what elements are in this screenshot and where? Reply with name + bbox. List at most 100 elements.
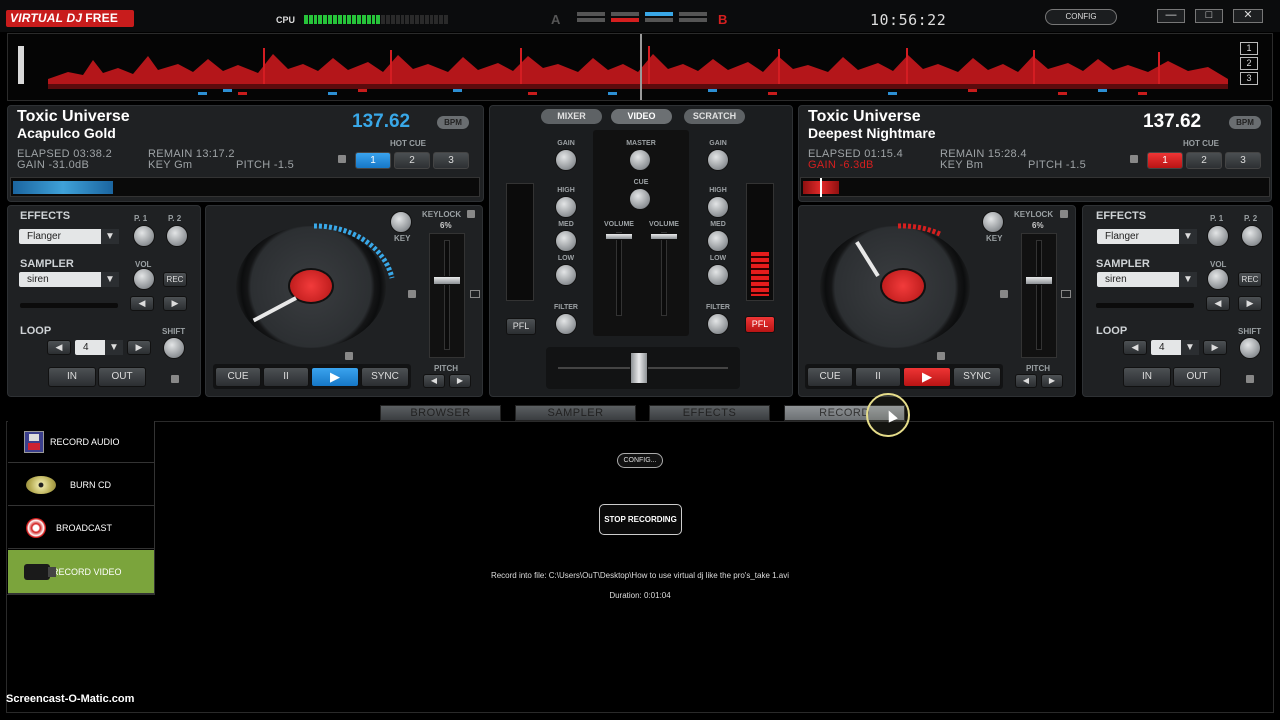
lock-icon xyxy=(937,352,945,360)
right-pfl-button[interactable]: PFL xyxy=(745,316,775,333)
video-tab[interactable]: VIDEO xyxy=(611,109,672,124)
deck-b-pitch-slider[interactable] xyxy=(1021,233,1057,358)
waveform-zoom-1[interactable]: 1 xyxy=(1240,42,1258,55)
sidebar-item-record-audio[interactable]: RECORD AUDIO xyxy=(8,421,154,463)
waveform-overview[interactable] xyxy=(7,33,1273,101)
deck-a-effect-select[interactable]: Flanger xyxy=(19,229,119,244)
left-med-knob[interactable] xyxy=(555,230,577,252)
deck-a-effect-p2-knob[interactable] xyxy=(166,225,188,247)
left-gain-knob[interactable] xyxy=(555,149,577,171)
left-low-knob[interactable] xyxy=(555,264,577,286)
crossfader-indicator-bar xyxy=(577,18,605,22)
deck-b-sampler-select[interactable]: siren xyxy=(1097,272,1197,287)
left-high-knob[interactable] xyxy=(555,196,577,218)
deck-a-pitch-label: PITCH xyxy=(434,364,458,373)
cd-icon xyxy=(26,475,56,494)
deck-a-sampler-next-button[interactable]: ▶ xyxy=(163,296,187,311)
right-med-knob[interactable] xyxy=(707,230,729,252)
deck-b-loop-out-button[interactable]: OUT xyxy=(1173,367,1221,387)
deck-a-sync-button[interactable]: SYNC xyxy=(361,367,409,387)
cue-mix-knob[interactable] xyxy=(629,188,651,210)
deck-a-hot-cue-1[interactable]: 1 xyxy=(355,152,391,169)
left-filter-knob[interactable] xyxy=(555,313,577,335)
cpu-label: CPU xyxy=(276,15,296,25)
deck-a-pitch-down-button[interactable]: ◀ xyxy=(423,374,445,388)
minimize-button[interactable]: — xyxy=(1157,9,1185,23)
waveform-zoom-3[interactable]: 3 xyxy=(1240,72,1258,85)
deck-a-loop-prev-button[interactable]: ◀ xyxy=(47,340,71,355)
deck-a-hot-cue-3[interactable]: 3 xyxy=(433,152,469,169)
deck-b-track-waveform[interactable] xyxy=(800,177,1270,197)
right-gain-knob[interactable] xyxy=(707,149,729,171)
crossfader-indicator-bar xyxy=(679,18,707,22)
deck-a-key-knob[interactable] xyxy=(390,211,412,233)
deck-a-loop-out-button[interactable]: OUT xyxy=(98,367,146,387)
deck-a-effect-p1-knob[interactable] xyxy=(133,225,155,247)
right-filter-knob[interactable] xyxy=(707,313,729,335)
lock-icon xyxy=(408,290,416,298)
deck-a-sampler-rec-button[interactable]: REC xyxy=(163,272,187,287)
deck-b-loop-in-button[interactable]: IN xyxy=(1123,367,1171,387)
left-volume-fader[interactable] xyxy=(604,232,634,316)
deck-b-pause-button[interactable]: II xyxy=(855,367,901,387)
deck-a-cue-button[interactable]: CUE xyxy=(215,367,261,387)
deck-a-pitch-up-button[interactable]: ▶ xyxy=(449,374,471,388)
deck-b-loop-select[interactable]: 4 xyxy=(1151,340,1199,355)
tab-sampler[interactable]: SAMPLER xyxy=(515,405,636,421)
deck-a-pitch-slider[interactable] xyxy=(429,233,465,358)
deck-a-shift-knob[interactable] xyxy=(163,337,185,359)
deck-b-loop-prev-button[interactable]: ◀ xyxy=(1123,340,1147,355)
deck-a-play-button[interactable]: ▶ xyxy=(311,367,359,387)
right-vu-meter xyxy=(746,183,774,301)
deck-a-sampler-prev-button[interactable]: ◀ xyxy=(130,296,154,311)
scratch-tab[interactable]: SCRATCH xyxy=(684,109,745,124)
deck-b-pitch-up-button[interactable]: ▶ xyxy=(1041,374,1063,388)
deck-b-sync-button[interactable]: SYNC xyxy=(953,367,1001,387)
right-volume-fader[interactable] xyxy=(649,232,679,316)
record-config-button[interactable]: CONFIG... xyxy=(617,453,663,468)
deck-b-effect-select[interactable]: Flanger xyxy=(1097,229,1197,244)
sidebar-item-record-video[interactable]: RECORD VIDEO xyxy=(8,550,154,594)
deck-a-pause-button[interactable]: II xyxy=(263,367,309,387)
maximize-button[interactable]: □ xyxy=(1195,9,1223,23)
tab-effects[interactable]: EFFECTS xyxy=(649,405,770,421)
waveform-zoom-2[interactable]: 2 xyxy=(1240,57,1258,70)
deck-b-sampler-next-button[interactable]: ▶ xyxy=(1238,296,1262,311)
right-high-knob[interactable] xyxy=(707,196,729,218)
deck-b-sampler-rec-button[interactable]: REC xyxy=(1238,272,1262,287)
deck-b-sampler-prev-button[interactable]: ◀ xyxy=(1206,296,1230,311)
deck-b-cue-button[interactable]: CUE xyxy=(807,367,853,387)
deck-b-hot-cue-3[interactable]: 3 xyxy=(1225,152,1261,169)
deck-a-bpm-button[interactable]: BPM xyxy=(437,116,469,129)
sidebar-item-broadcast[interactable]: BROADCAST xyxy=(8,507,154,549)
sidebar-item-label: RECORD AUDIO xyxy=(50,436,120,447)
deck-b-effect-p1-knob[interactable] xyxy=(1207,225,1229,247)
deck-a-loop-select[interactable]: 4 xyxy=(75,340,123,355)
deck-b-hot-cue-2[interactable]: 2 xyxy=(1186,152,1222,169)
deck-b-sampler-vol-knob[interactable] xyxy=(1207,268,1229,290)
deck-a-sampler-select[interactable]: siren xyxy=(19,272,119,287)
stop-recording-button[interactable]: STOP RECORDING xyxy=(599,504,682,535)
crossfader[interactable] xyxy=(546,347,740,389)
deck-b-hot-cue-1[interactable]: 1 xyxy=(1147,152,1183,169)
config-button[interactable]: CONFIG xyxy=(1045,9,1117,25)
sidebar-item-burn-cd[interactable]: BURN CD xyxy=(8,464,154,506)
deck-b-effect-p2-knob[interactable] xyxy=(1241,225,1263,247)
tab-browser[interactable]: BROWSER xyxy=(380,405,501,421)
deck-a-loop-next-button[interactable]: ▶ xyxy=(127,340,151,355)
deck-b-shift-knob[interactable] xyxy=(1239,337,1261,359)
deck-b-pitch-down-button[interactable]: ◀ xyxy=(1015,374,1037,388)
deck-a-hot-cue-2[interactable]: 2 xyxy=(394,152,430,169)
master-knob[interactable] xyxy=(629,149,651,171)
deck-b-bpm-button[interactable]: BPM xyxy=(1229,116,1261,129)
mixer-tab[interactable]: MIXER xyxy=(541,109,602,124)
deck-a-loop-in-button[interactable]: IN xyxy=(48,367,96,387)
deck-a-track-waveform[interactable] xyxy=(10,177,480,197)
left-pfl-button[interactable]: PFL xyxy=(506,318,536,335)
deck-a-sampler-vol-knob[interactable] xyxy=(133,268,155,290)
deck-b-play-button[interactable]: ▶ xyxy=(903,367,951,387)
close-button[interactable]: ✕ xyxy=(1233,9,1263,23)
deck-b-loop-next-button[interactable]: ▶ xyxy=(1203,340,1227,355)
deck-b-key-knob[interactable] xyxy=(982,211,1004,233)
right-low-knob[interactable] xyxy=(707,264,729,286)
